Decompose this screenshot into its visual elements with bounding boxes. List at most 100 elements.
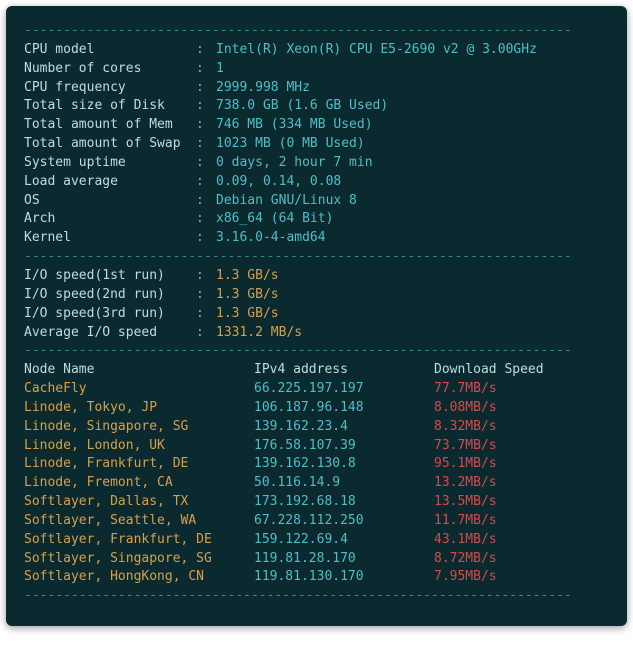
spec-value: x86_64 (64 Bit) — [216, 210, 333, 229]
node-name: Softlayer, Seattle, WA — [24, 512, 254, 531]
spec-label: System uptime — [24, 154, 196, 173]
spec-row: System uptime : 0 days, 2 hour 7 min — [24, 154, 609, 173]
spec-row: Total amount of Mem : 746 MB (334 MB Use… — [24, 116, 609, 135]
io-value: 1.3 GB/s — [216, 286, 279, 305]
colon: : — [196, 60, 216, 79]
node-ip: 159.122.69.4 — [254, 531, 434, 550]
node-row: Softlayer, HongKong, CN119.81.130.1707.9… — [24, 568, 609, 587]
system-specs-block: CPU model : Intel(R) Xeon(R) CPU E5-2690… — [24, 41, 609, 248]
col-header-name: Node Name — [24, 361, 254, 380]
node-ip: 50.116.14.9 — [254, 474, 434, 493]
node-name: Softlayer, HongKong, CN — [24, 568, 254, 587]
node-row: Softlayer, Singapore, SG119.81.28.1708.7… — [24, 550, 609, 569]
node-row: Linode, London, UK176.58.107.3973.7MB/s — [24, 437, 609, 456]
node-row: CacheFly66.225.197.19777.7MB/s — [24, 380, 609, 399]
node-name: CacheFly — [24, 380, 254, 399]
node-list: CacheFly66.225.197.19777.7MB/sLinode, To… — [24, 380, 609, 587]
spec-label: Total amount of Swap — [24, 135, 196, 154]
colon: : — [196, 154, 216, 173]
spec-value: Intel(R) Xeon(R) CPU E5-2690 v2 @ 3.00GH… — [216, 41, 537, 60]
node-name: Softlayer, Singapore, SG — [24, 550, 254, 569]
spec-row: Load average : 0.09, 0.14, 0.08 — [24, 173, 609, 192]
spec-value: 0.09, 0.14, 0.08 — [216, 173, 341, 192]
node-name: Linode, London, UK — [24, 437, 254, 456]
node-speed: 13.5MB/s — [434, 493, 497, 512]
io-row: Average I/O speed : 1331.2 MB/s — [24, 324, 609, 343]
node-row: Linode, Fremont, CA50.116.14.913.2MB/s — [24, 474, 609, 493]
spec-value: 738.0 GB (1.6 GB Used) — [216, 97, 388, 116]
colon: : — [196, 173, 216, 192]
node-row: Softlayer, Dallas, TX173.192.68.1813.5MB… — [24, 493, 609, 512]
node-row: Softlayer, Seattle, WA67.228.112.25011.7… — [24, 512, 609, 531]
spec-label: CPU frequency — [24, 79, 196, 98]
spec-label: Load average — [24, 173, 196, 192]
node-row: Linode, Tokyo, JP106.187.96.1488.08MB/s — [24, 399, 609, 418]
io-row: I/O speed(1st run) : 1.3 GB/s — [24, 267, 609, 286]
io-row: I/O speed(2nd run) : 1.3 GB/s — [24, 286, 609, 305]
node-ip: 106.187.96.148 — [254, 399, 434, 418]
spec-row: Number of cores : 1 — [24, 60, 609, 79]
node-name: Softlayer, Dallas, TX — [24, 493, 254, 512]
spec-label: Number of cores — [24, 60, 196, 79]
node-name: Linode, Singapore, SG — [24, 418, 254, 437]
spec-row: Arch : x86_64 (64 Bit) — [24, 210, 609, 229]
node-ip: 67.228.112.250 — [254, 512, 434, 531]
node-row: Softlayer, Frankfurt, DE159.122.69.443.1… — [24, 531, 609, 550]
io-row: I/O speed(3rd run) : 1.3 GB/s — [24, 305, 609, 324]
divider: ----------------------------------------… — [24, 22, 609, 41]
spec-value: Debian GNU/Linux 8 — [216, 192, 357, 211]
spec-label: Total amount of Mem — [24, 116, 196, 135]
io-label: I/O speed(1st run) — [24, 267, 196, 286]
node-name: Linode, Tokyo, JP — [24, 399, 254, 418]
node-speed: 8.32MB/s — [434, 418, 497, 437]
colon: : — [196, 324, 216, 343]
node-speed: 13.2MB/s — [434, 474, 497, 493]
spec-label: Arch — [24, 210, 196, 229]
io-value: 1.3 GB/s — [216, 267, 279, 286]
divider: ----------------------------------------… — [24, 587, 609, 606]
terminal-window: ----------------------------------------… — [6, 6, 627, 626]
node-speed: 7.95MB/s — [434, 568, 497, 587]
spec-row: CPU frequency : 2999.998 MHz — [24, 79, 609, 98]
io-label: I/O speed(2nd run) — [24, 286, 196, 305]
colon: : — [196, 305, 216, 324]
spec-label: Kernel — [24, 229, 196, 248]
node-ip: 139.162.23.4 — [254, 418, 434, 437]
spec-row: Total size of Disk : 738.0 GB (1.6 GB Us… — [24, 97, 609, 116]
colon: : — [196, 97, 216, 116]
spec-value: 0 days, 2 hour 7 min — [216, 154, 373, 173]
spec-label: Total size of Disk — [24, 97, 196, 116]
spec-row: OS : Debian GNU/Linux 8 — [24, 192, 609, 211]
node-speed: 77.7MB/s — [434, 380, 497, 399]
spec-label: CPU model — [24, 41, 196, 60]
node-ip: 176.58.107.39 — [254, 437, 434, 456]
spec-value: 2999.998 MHz — [216, 79, 310, 98]
node-header-row: Node Name IPv4 address Download Speed — [24, 361, 609, 380]
node-speed: 8.72MB/s — [434, 550, 497, 569]
node-speed: 8.08MB/s — [434, 399, 497, 418]
colon: : — [196, 116, 216, 135]
node-speed: 11.7MB/s — [434, 512, 497, 531]
spec-value: 1023 MB (0 MB Used) — [216, 135, 365, 154]
spec-row: Total amount of Swap : 1023 MB (0 MB Use… — [24, 135, 609, 154]
spec-row: Kernel : 3.16.0-4-amd64 — [24, 229, 609, 248]
node-speed: 95.1MB/s — [434, 455, 497, 474]
node-ip: 173.192.68.18 — [254, 493, 434, 512]
divider: ----------------------------------------… — [24, 248, 609, 267]
colon: : — [196, 41, 216, 60]
divider: ----------------------------------------… — [24, 342, 609, 361]
spec-value: 1 — [216, 60, 224, 79]
colon: : — [196, 229, 216, 248]
node-name: Linode, Frankfurt, DE — [24, 455, 254, 474]
io-value: 1331.2 MB/s — [216, 324, 302, 343]
node-ip: 66.225.197.197 — [254, 380, 434, 399]
spec-label: OS — [24, 192, 196, 211]
io-label: I/O speed(3rd run) — [24, 305, 196, 324]
spec-value: 746 MB (334 MB Used) — [216, 116, 373, 135]
node-row: Linode, Frankfurt, DE139.162.130.895.1MB… — [24, 455, 609, 474]
node-speed: 43.1MB/s — [434, 531, 497, 550]
node-name: Softlayer, Frankfurt, DE — [24, 531, 254, 550]
colon: : — [196, 192, 216, 211]
colon: : — [196, 286, 216, 305]
spec-row: CPU model : Intel(R) Xeon(R) CPU E5-2690… — [24, 41, 609, 60]
